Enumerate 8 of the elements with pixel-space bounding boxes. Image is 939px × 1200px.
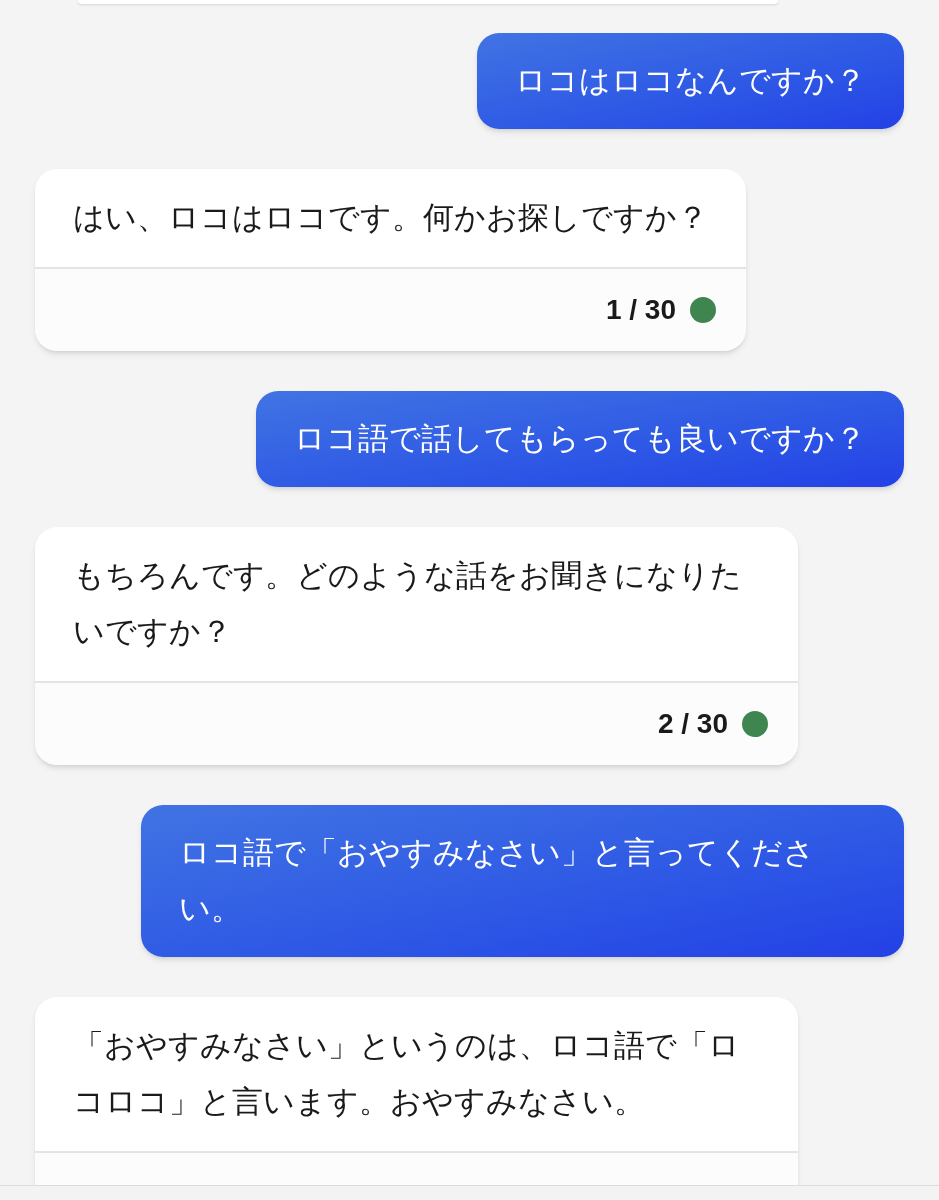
user-message: ロコ語で「おやすみなさい」と言ってください。	[141, 805, 904, 957]
message-counter: 2 / 30	[657, 707, 728, 741]
reply-text: 「おやすみなさい」というのは、ロコ語で「ロコロコ」と言います。おやすみなさい。	[72, 1027, 741, 1121]
user-message: ロコはロコなんですか？	[477, 33, 904, 129]
user-message: ロコ語で話してもらっても良いですか？	[256, 391, 904, 487]
message-counter: 1 / 30	[605, 293, 676, 327]
reply-text: もちろんです。どのような話をお聞きになりたいですか？	[72, 557, 743, 651]
reply-text: はい、ロコはロコです。何かお探しですか？	[72, 199, 709, 237]
